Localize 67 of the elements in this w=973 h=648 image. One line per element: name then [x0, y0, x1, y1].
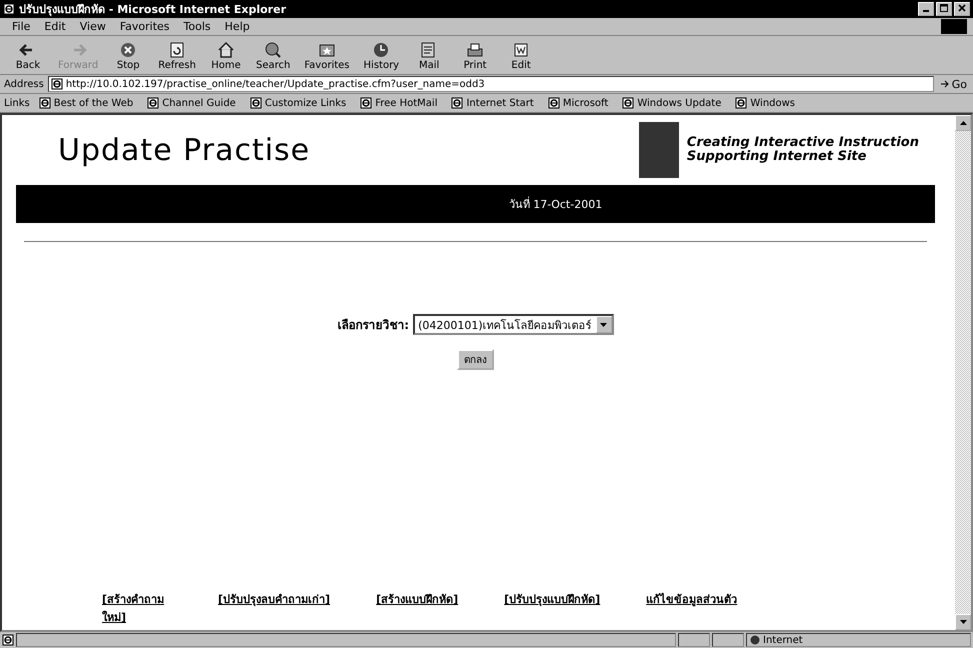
toolbar-button[interactable]: Print: [453, 38, 498, 72]
page-icon: [622, 97, 634, 109]
page-icon: [3, 3, 15, 15]
arrow-icon: [940, 79, 950, 89]
minimize-button[interactable]: [918, 2, 934, 16]
go-button[interactable]: Go: [938, 78, 969, 90]
page-heading: Update Practise: [58, 132, 310, 168]
toolbar-button[interactable]: Stop: [106, 38, 150, 72]
window-title: ปรับปรุงแบบฝึกหัด - Microsoft Internet Explorer: [19, 2, 287, 18]
photo-placeholder: [638, 122, 679, 178]
course-dropdown[interactable]: (04200101)เทคโนโลยีคอมพิวเตอร์: [413, 314, 614, 335]
banner-text: Creating Interactive Instruction: [686, 136, 919, 150]
toolbar-button[interactable]: Mail: [407, 38, 452, 72]
submit-button[interactable]: ตกลง: [457, 349, 494, 370]
page-icon: [451, 97, 464, 109]
link-button[interactable]: Customize Links: [244, 97, 352, 109]
date-text: วันที่ 17-Oct-2001: [508, 196, 602, 213]
globe-icon: [750, 635, 760, 645]
nav-link[interactable]: [ปรับปรุงแบบฝึกหัด]: [504, 590, 600, 608]
home-icon: [216, 40, 236, 60]
toolbar-button[interactable]: Favorites: [298, 38, 356, 72]
page-icon: [360, 97, 372, 109]
toolbar-button[interactable]: Back: [6, 38, 50, 72]
address-field[interactable]: http://10.0.102.197/practise_online/teacher/Update_practise.cfm?user_name=odd3: [48, 76, 934, 92]
menu-item[interactable]: View: [74, 20, 112, 33]
page-icon: [50, 78, 63, 90]
menu-item[interactable]: Edit: [38, 20, 72, 33]
link-button[interactable]: Windows Update: [617, 97, 726, 109]
nav-link[interactable]: แก้ไขข้อมูลส่วนตัว: [646, 590, 738, 608]
menu-item[interactable]: Favorites: [114, 20, 176, 33]
course-label: เลือกรายวิชา:: [337, 317, 410, 334]
link-button[interactable]: Internet Start: [446, 97, 539, 109]
nav-link[interactable]: [ปรับปรุงลบคำถามเก่า]: [218, 590, 330, 608]
toolbar-button[interactable]: Refresh: [152, 38, 202, 72]
menu-item[interactable]: Help: [218, 20, 256, 33]
links-label: Links: [4, 98, 30, 108]
page-icon: [2, 634, 14, 646]
link-button[interactable]: Microsoft: [542, 97, 614, 109]
close-icon: [958, 4, 966, 12]
toolbar-button[interactable]: Home: [204, 38, 248, 72]
nav-link[interactable]: [สร้างคำถาม ใหม่]: [102, 590, 172, 626]
zone-text: Internet: [763, 634, 803, 646]
menu-item[interactable]: Tools: [178, 20, 217, 33]
nav-link[interactable]: [สร้างแบบฝึกหัด]: [376, 590, 458, 608]
link-button[interactable]: Windows: [730, 97, 800, 109]
banner-text: Supporting Internet Site: [686, 150, 868, 164]
page-icon: [38, 97, 51, 109]
address-label: Address: [4, 78, 44, 90]
link-button[interactable]: Free HotMail: [355, 97, 442, 109]
caret-icon: [600, 322, 608, 326]
menu-item[interactable]: File: [6, 20, 36, 33]
page-icon: [735, 97, 748, 109]
maximize-button[interactable]: [936, 2, 952, 16]
maximize-icon: [940, 4, 948, 12]
scroll-down-icon: [960, 620, 966, 624]
scrollbar[interactable]: [955, 115, 971, 630]
toolbar-button[interactable]: Edit: [499, 38, 544, 72]
scroll-up-icon: [960, 121, 966, 125]
page-icon: [147, 97, 160, 109]
close-button[interactable]: [954, 2, 970, 16]
page-icon: [250, 97, 262, 109]
search-icon: [263, 40, 284, 60]
link-button[interactable]: Channel Guide: [142, 97, 241, 109]
page-icon: [548, 97, 560, 109]
link-button[interactable]: Best of the Web: [34, 97, 138, 109]
toolbar-button[interactable]: Search: [250, 38, 296, 72]
toolbar-button[interactable]: History: [358, 38, 406, 72]
